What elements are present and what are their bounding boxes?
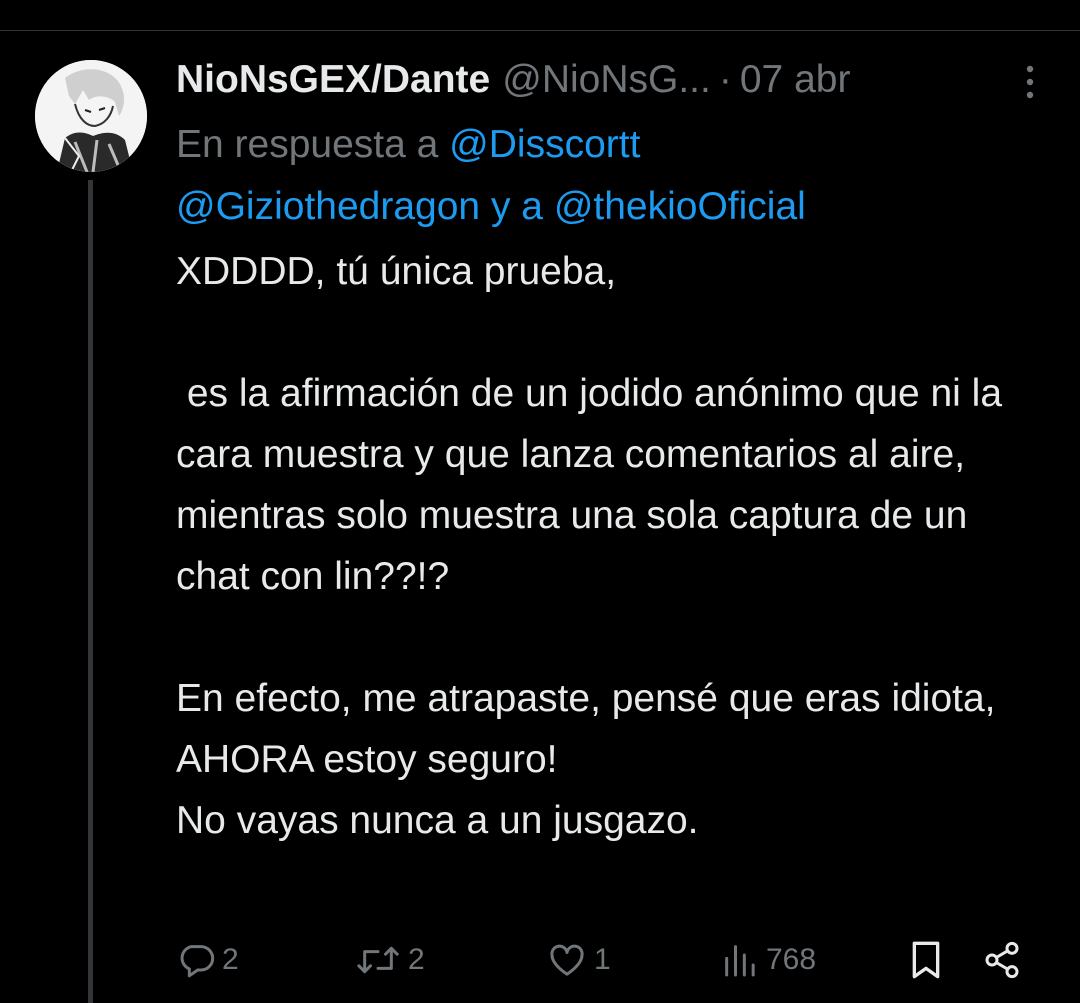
reply-context: En respuesta a @Disscortt @Giziothedragon…	[176, 114, 1036, 238]
avatar-image	[35, 60, 147, 172]
reply-count: 2	[222, 943, 239, 976]
bookmark-button[interactable]	[906, 935, 946, 985]
action-bar: 2 2 1 768	[176, 935, 1036, 985]
tweet-text: XDDDD, tú única prueba, es la afirmación…	[176, 250, 1003, 842]
user-handle[interactable]: @NioNsG...	[502, 52, 711, 108]
mention-disscortt[interactable]: @Disscortt	[449, 123, 640, 166]
heart-icon	[550, 944, 584, 976]
share-button[interactable]	[982, 935, 1022, 985]
tweet-date[interactable]: 07 abr	[740, 52, 851, 108]
avatar[interactable]	[35, 60, 147, 172]
more-options-button[interactable]	[1024, 64, 1036, 100]
retweet-icon	[357, 946, 399, 974]
views-button[interactable]: 768	[720, 935, 816, 985]
bookmark-icon	[912, 941, 940, 979]
mention-giziothedragon[interactable]: @Giziothedragon	[176, 185, 480, 228]
reply-icon	[180, 945, 215, 978]
retweet-count: 2	[408, 943, 425, 976]
view-count: 768	[766, 943, 817, 976]
like-count: 1	[594, 943, 611, 976]
reply-prefix: En respuesta a	[176, 123, 450, 166]
views-bar-chart-icon	[725, 945, 755, 977]
more-vertical-icon	[1026, 65, 1034, 99]
tweet-header: NioNsGEX/Dante @NioNsG... · 07 abr	[176, 52, 850, 108]
separator-dot: ·	[718, 58, 732, 101]
reply-button[interactable]: 2	[176, 935, 239, 985]
mention-thekiooficial[interactable]: @thekioOficial	[554, 185, 806, 228]
retweet-button[interactable]: 2	[354, 935, 425, 985]
thread-line	[88, 180, 93, 1003]
like-button[interactable]: 1	[546, 935, 611, 985]
reply-connector: y a	[480, 185, 554, 228]
top-divider	[0, 30, 1080, 31]
display-name[interactable]: NioNsGEX/Dante	[176, 52, 490, 108]
share-icon	[985, 941, 1019, 979]
